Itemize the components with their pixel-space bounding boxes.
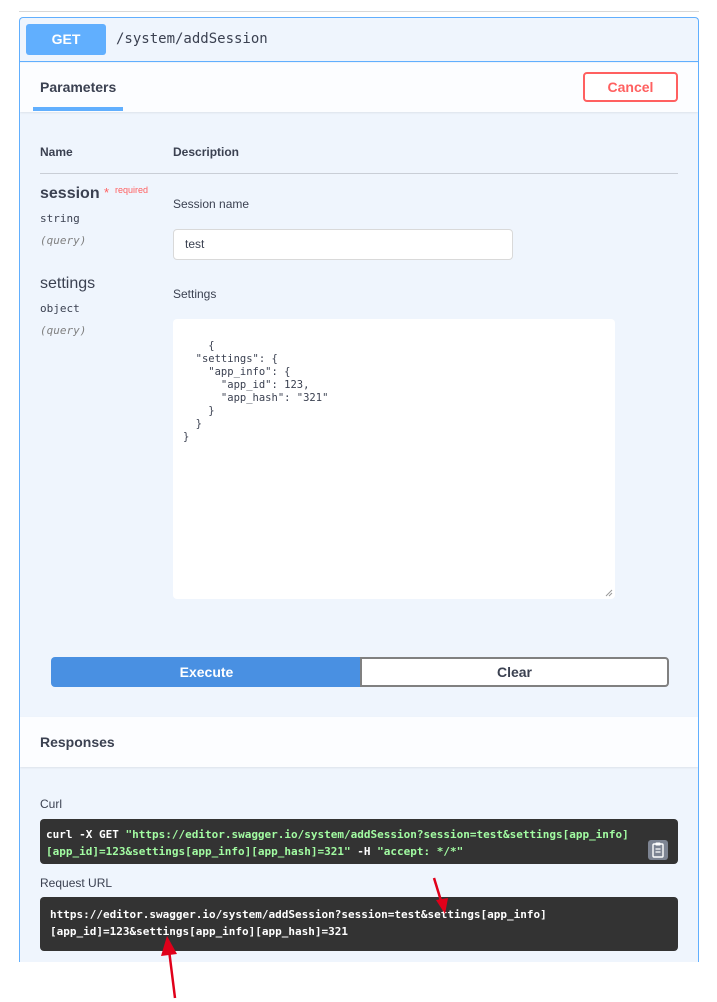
settings-textarea-content: { "settings": { "app_info": { "app_id": … — [183, 340, 329, 443]
param-settings-type: object — [40, 302, 80, 315]
param-settings-name: settings — [40, 275, 96, 292]
request-url-line-2: [app_id]=123&settings[app_info][app_hash… — [50, 925, 349, 938]
settings-textarea[interactable]: { "settings": { "app_info": { "app_id": … — [173, 319, 615, 599]
endpoint-path: /system/addSession — [116, 31, 268, 47]
param-session-type: string — [40, 212, 80, 225]
curl-header-flag: -H — [350, 845, 378, 858]
curl-line-2: [app_id]=123&settings[app_info][app_hash… — [46, 843, 672, 860]
copy-to-clipboard-icon[interactable] — [648, 840, 668, 860]
column-header-name: Name — [40, 145, 73, 159]
curl-label: Curl — [40, 797, 63, 811]
required-asterisk: * — [104, 185, 110, 200]
clear-button[interactable]: Clear — [360, 657, 669, 687]
param-settings-location: (query) — [40, 324, 87, 337]
cancel-button[interactable]: Cancel — [583, 72, 678, 102]
curl-url: "https://editor.swagger.io/system/addSes… — [125, 828, 629, 841]
tab-parameters[interactable]: Parameters — [40, 79, 116, 95]
curl-accept-header: "accept: */*" — [377, 845, 464, 858]
annotation-arrow-icon — [432, 877, 448, 914]
param-session-name: session — [40, 185, 100, 202]
execute-button[interactable]: Execute — [51, 657, 362, 687]
resize-handle-icon[interactable] — [605, 589, 613, 597]
column-header-description: Description — [173, 145, 240, 159]
header-divider — [40, 173, 678, 174]
responses-header: Responses — [20, 717, 698, 767]
param-session-location: (query) — [40, 234, 87, 247]
param-settings-description: Settings — [173, 287, 217, 301]
request-url-box[interactable]: https://editor.swagger.io/system/addSess… — [40, 897, 678, 951]
curl-command-box[interactable]: curl -X GET "https://editor.swagger.io/s… — [40, 819, 678, 864]
curl-prefix: curl -X GET — [46, 828, 126, 841]
curl-url-continued: [app_id]=123&settings[app_info][app_hash… — [46, 845, 351, 858]
top-divider — [19, 11, 699, 12]
parameters-header: Parameters Cancel — [20, 63, 698, 112]
operation-block-get: GET /system/addSession Parameters Cancel… — [19, 17, 699, 962]
request-url-line-1: https://editor.swagger.io/system/addSess… — [50, 908, 547, 921]
required-label: required — [115, 185, 149, 195]
session-input[interactable]: test — [173, 229, 513, 260]
curl-line-1: curl -X GET "https://editor.swagger.io/s… — [46, 826, 672, 843]
operation-summary[interactable]: GET /system/addSession — [20, 18, 698, 62]
method-badge: GET — [26, 24, 106, 55]
annotation-arrow-icon — [161, 936, 177, 999]
responses-title: Responses — [40, 734, 115, 750]
tab-active-indicator — [33, 107, 123, 111]
request-url-label: Request URL — [40, 876, 113, 890]
param-session-description: Session name — [173, 197, 250, 211]
